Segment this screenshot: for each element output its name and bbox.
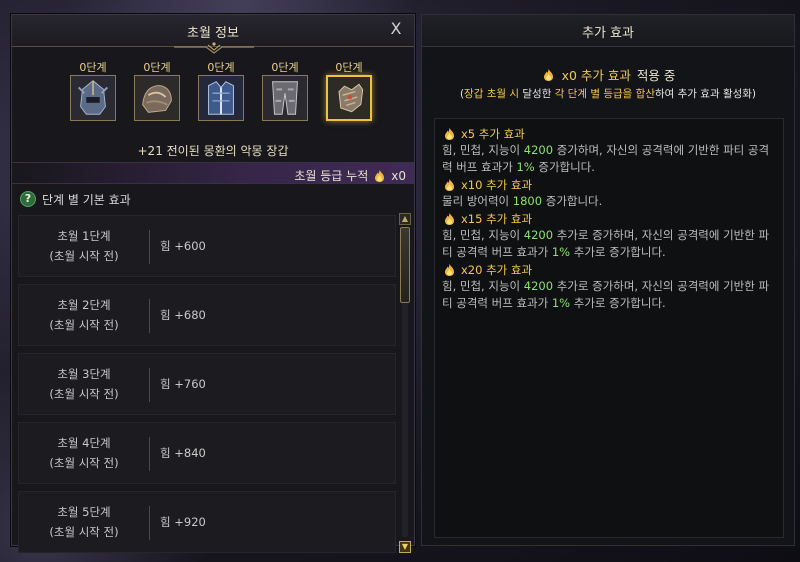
scroll-thumb[interactable] [400, 227, 410, 303]
divider [149, 368, 150, 402]
stage-name: 초월 1단계 [57, 229, 111, 243]
stage-level-label: 0단계 [271, 61, 299, 74]
stage-value: 힘 +600 [160, 239, 206, 253]
stage-value: 힘 +680 [160, 308, 206, 322]
effect-status: x0 추가 효과 적용 중 [422, 65, 794, 84]
list-item: 초월 2단계 (초월 시작 전) 힘 +680 [18, 284, 396, 346]
stage-name: 초월 5단계 [57, 505, 111, 519]
stage-note: (초월 시작 전) [49, 456, 119, 470]
stage-note: (초월 시작 전) [49, 249, 119, 263]
status-suffix: 적용 중 [636, 68, 676, 83]
status-count: x0 추가 효과 [561, 68, 631, 83]
additional-effect-panel: 추가 효과 x0 추가 효과 적용 중 (장갑 초월 시 달성한 각 단계 별 … [421, 14, 795, 546]
divider [149, 506, 150, 540]
effect-entry: x10 추가 효과 물리 방어력이 1800 증가합니다. [442, 176, 778, 210]
effect-description: 힘, 민첩, 지능이 4200 추가로 증가하며, 자신의 공격력에 기반한 파… [442, 279, 770, 310]
flame-icon [445, 263, 454, 276]
help-icon[interactable]: ? [20, 191, 36, 207]
stage-level-label: 0단계 [143, 61, 171, 74]
effect-entry: x5 추가 효과 힘, 민첩, 지능이 4200 증가하며, 자신의 공격력에 기… [442, 125, 778, 176]
divider [149, 437, 150, 471]
effect-description: 물리 방어력이 1800 증가합니다. [442, 194, 603, 208]
divider [149, 230, 150, 264]
effect-title: x10 추가 효과 [442, 176, 778, 193]
effect-description: 힘, 민첩, 지능이 4200 추가로 증가하며, 자신의 공격력에 기반한 파… [442, 228, 770, 259]
effect-entry: x20 추가 효과 힘, 민첩, 지능이 4200 추가로 증가하며, 자신의 공… [442, 261, 778, 312]
list-item: 초월 1단계 (초월 시작 전) 힘 +600 [18, 215, 396, 277]
flame-icon [445, 127, 454, 140]
chest-armor-icon[interactable] [198, 75, 244, 121]
stage-value: 힘 +760 [160, 377, 206, 391]
panel-title: 초월 정보 [187, 26, 239, 41]
stage-effect-list: 초월 1단계 (초월 시작 전) 힘 +600 초월 2단계 (초월 시작 전) 힘… [18, 215, 396, 553]
panel-title: 추가 효과 [582, 26, 634, 41]
effect-description: 힘, 민첩, 지능이 4200 증가하며, 자신의 공격력에 기반한 파티 공격… [442, 143, 770, 174]
list-item: 초월 3단계 (초월 시작 전) 힘 +760 [18, 353, 396, 415]
flame-icon [375, 169, 385, 182]
effect-list: x5 추가 효과 힘, 민첩, 지능이 4200 증가하며, 자신의 공격력에 기… [442, 125, 778, 312]
effect-title: x5 추가 효과 [442, 125, 778, 142]
stage-slot-helmet[interactable]: 0단계 [70, 59, 116, 121]
section-header: ? 단계 별 기본 효과 [20, 190, 131, 208]
grade-accumulation-bar: 초월 등급 누적 x0 [12, 162, 414, 184]
list-item: 초월 5단계 (초월 시작 전) 힘 +920 [18, 491, 396, 553]
transcendence-info-panel: 초월 정보 X 0단계 0단계 0단계 0단계 0단계 +21 전이된 몽환의 … [11, 14, 415, 553]
list-item: 초월 4단계 (초월 시작 전) 힘 +840 [18, 422, 396, 484]
stage-name: 초월 4단계 [57, 436, 111, 450]
stage-slot-shoulder[interactable]: 0단계 [134, 59, 180, 121]
close-button[interactable]: X [386, 19, 406, 39]
stage-value: 힘 +920 [160, 515, 206, 529]
effect-list-box: x5 추가 효과 힘, 민첩, 지능이 4200 증가하며, 자신의 공격력에 기… [434, 118, 784, 538]
stage-level-label: 0단계 [79, 61, 107, 74]
shoulder-armor-icon[interactable] [134, 75, 180, 121]
stage-level-label: 0단계 [335, 61, 363, 74]
stage-slot-legs[interactable]: 0단계 [262, 59, 308, 121]
scroll-down-icon[interactable]: ▼ [399, 541, 411, 553]
section-title: 단계 별 기본 효과 [42, 192, 131, 207]
effect-title: x20 추가 효과 [442, 261, 778, 278]
accumulation-value: x0 [391, 168, 406, 183]
stage-note: (초월 시작 전) [49, 387, 119, 401]
stage-slot-chest[interactable]: 0단계 [198, 59, 244, 121]
effect-title: x15 추가 효과 [442, 210, 778, 227]
stage-selector: 0단계 0단계 0단계 0단계 0단계 [68, 59, 378, 139]
activation-note: (장갑 초월 시 달성한 각 단계 별 등급을 합산하여 추가 효과 활성화) [459, 88, 757, 100]
effect-entry: x15 추가 효과 힘, 민첩, 지능이 4200 추가로 증가하며, 자신의 공… [442, 210, 778, 261]
divider [149, 299, 150, 333]
stage-value: 힘 +840 [160, 446, 206, 460]
stage-name: 초월 2단계 [57, 298, 111, 312]
scrollbar[interactable]: ▲ ▼ [399, 213, 411, 553]
item-name: +21 전이된 몽환의 악몽 장갑 [137, 144, 289, 158]
title-ornament-icon [174, 42, 254, 54]
flame-icon [445, 212, 454, 225]
flame-icon [543, 68, 553, 81]
scroll-up-icon[interactable]: ▲ [399, 213, 411, 225]
title-bar: 추가 효과 [422, 15, 794, 47]
flame-icon [445, 178, 454, 191]
accumulation-label: 초월 등급 누적 [294, 169, 369, 183]
grade-accumulation: 초월 등급 누적 x0 [294, 167, 406, 184]
gloves-icon[interactable] [326, 75, 372, 121]
stage-note: (초월 시작 전) [49, 318, 119, 332]
stage-name: 초월 3단계 [57, 367, 111, 381]
stage-note: (초월 시작 전) [49, 525, 119, 539]
stage-slot-gloves[interactable]: 0단계 [326, 59, 372, 121]
helmet-icon[interactable] [70, 75, 116, 121]
leg-armor-icon[interactable] [262, 75, 308, 121]
stage-level-label: 0단계 [207, 61, 235, 74]
